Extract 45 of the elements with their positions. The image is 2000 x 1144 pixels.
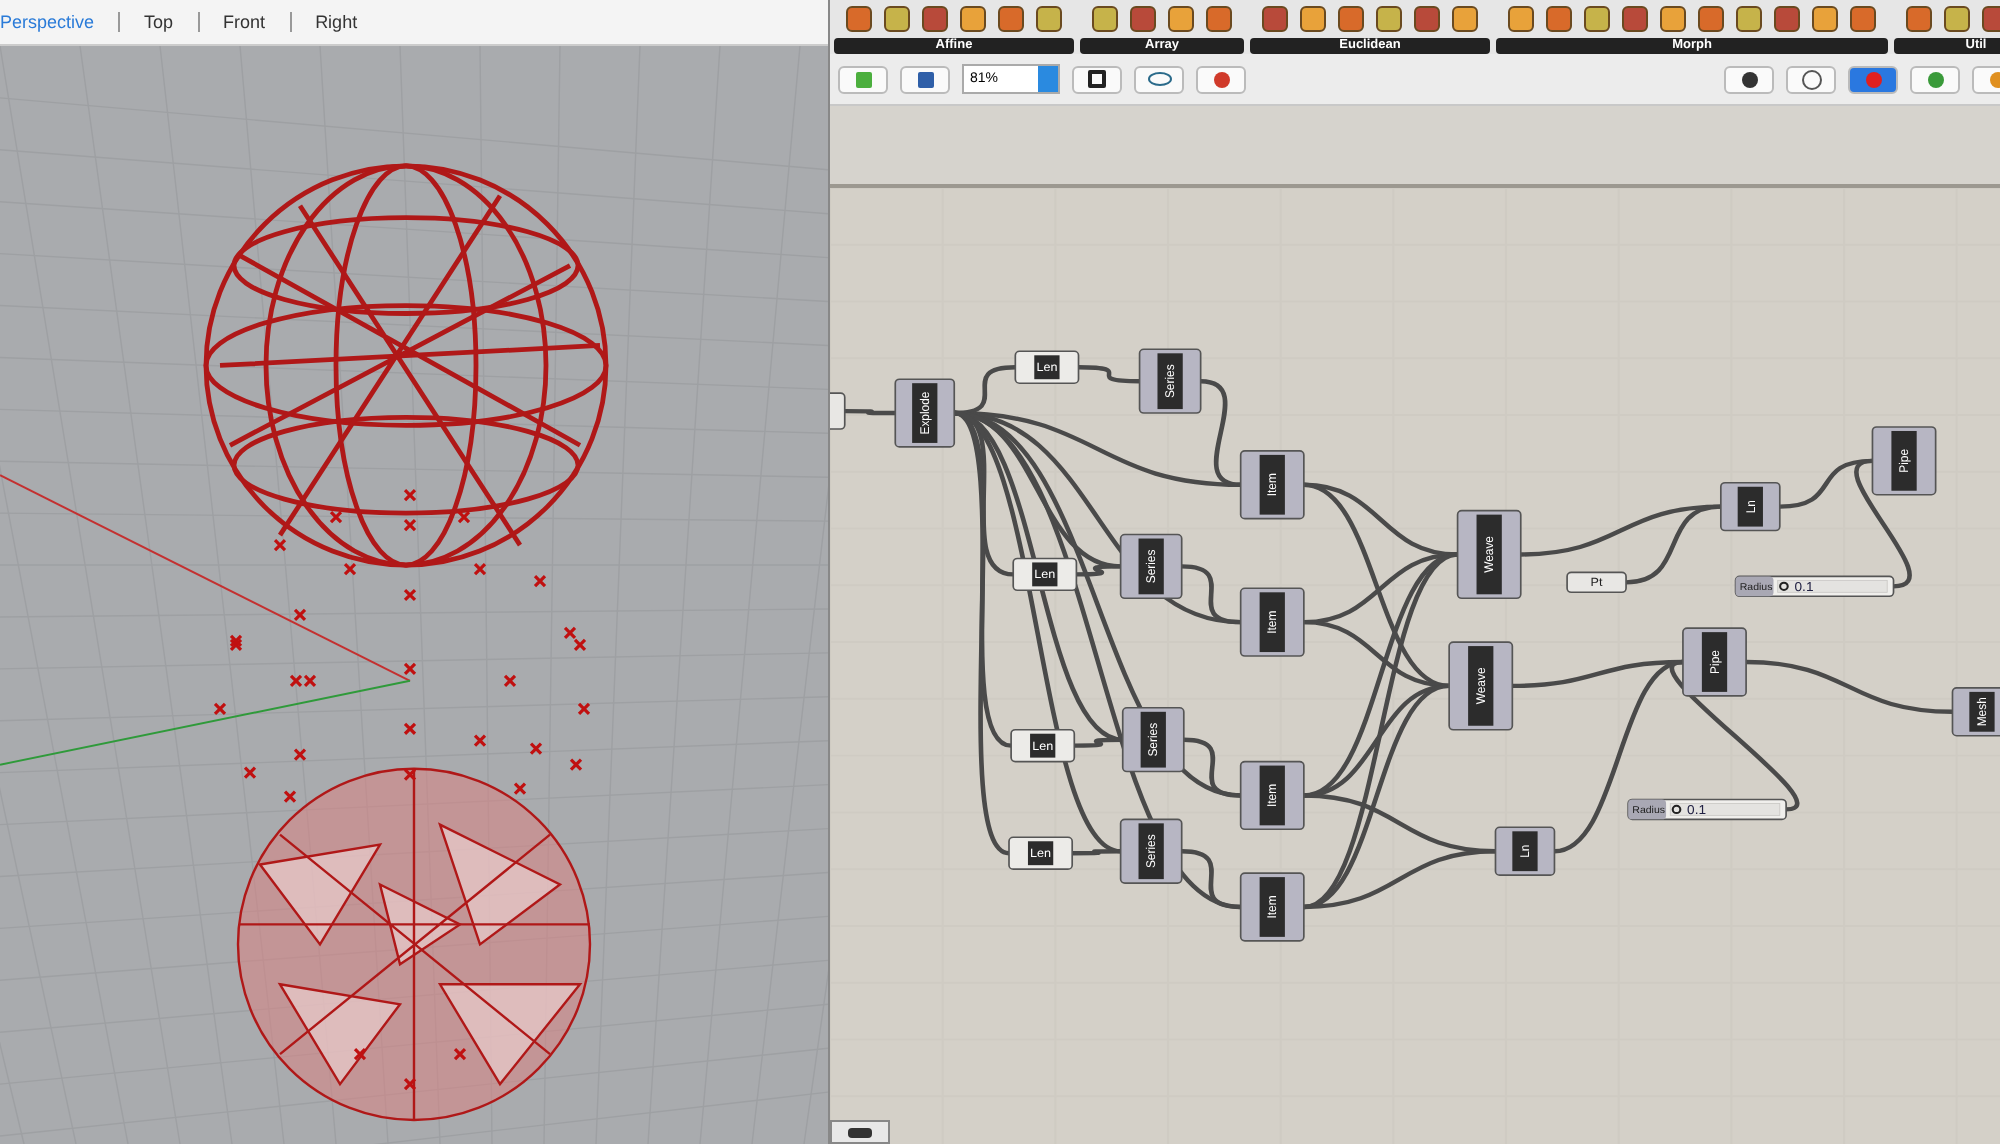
slider-handle[interactable] <box>1671 804 1682 814</box>
wire <box>1078 365 1140 384</box>
component-icon[interactable] <box>1546 6 1572 32</box>
component-icon[interactable] <box>884 6 910 32</box>
viewport-tab[interactable]: Perspective <box>0 12 119 32</box>
bake-button[interactable] <box>1910 65 1960 93</box>
slider-handle[interactable] <box>1779 581 1789 591</box>
wire <box>844 408 896 416</box>
component-icon[interactable] <box>1850 6 1876 32</box>
save-button[interactable] <box>900 65 950 93</box>
component-icon[interactable] <box>1622 6 1648 32</box>
component-icon[interactable] <box>1168 6 1194 32</box>
component-icon[interactable] <box>922 6 948 32</box>
component-icon[interactable] <box>1130 6 1156 32</box>
wire-display-button[interactable] <box>1786 65 1836 93</box>
component-icon[interactable] <box>1338 6 1364 32</box>
parameter-node[interactable] <box>830 392 846 430</box>
component-icon[interactable] <box>1944 6 1970 32</box>
component-icon[interactable] <box>1376 6 1402 32</box>
component-icon[interactable] <box>1508 6 1534 32</box>
component-icon[interactable] <box>1300 6 1326 32</box>
component-icon[interactable] <box>1736 6 1762 32</box>
viewport-tab[interactable]: Front <box>223 12 290 32</box>
component-icon[interactable] <box>1092 6 1118 32</box>
component-icon[interactable] <box>1906 6 1932 32</box>
component-icon[interactable] <box>1660 6 1686 32</box>
document-tab[interactable] <box>830 1120 890 1144</box>
shading-button[interactable] <box>1724 65 1774 93</box>
component-icon[interactable] <box>846 6 872 32</box>
viewport-tab[interactable]: Right <box>315 12 382 32</box>
component-icon[interactable] <box>1812 6 1838 32</box>
component-icon[interactable] <box>1698 6 1724 32</box>
component-icon[interactable] <box>960 6 986 32</box>
component-icon[interactable] <box>1414 6 1440 32</box>
component-icon[interactable] <box>1036 6 1062 32</box>
component-icon[interactable] <box>1774 6 1800 32</box>
viewport-tab[interactable]: Top <box>144 12 198 32</box>
component-icon[interactable] <box>998 6 1024 32</box>
preview-mode-button[interactable] <box>1848 65 1898 93</box>
preview-eye-button[interactable] <box>1134 65 1184 93</box>
component-icon[interactable] <box>1452 6 1478 32</box>
component-icon[interactable] <box>1584 6 1610 32</box>
zoom-extents-button[interactable] <box>1072 65 1122 93</box>
component-icon[interactable] <box>1262 6 1288 32</box>
component-icon[interactable] <box>1206 6 1232 32</box>
